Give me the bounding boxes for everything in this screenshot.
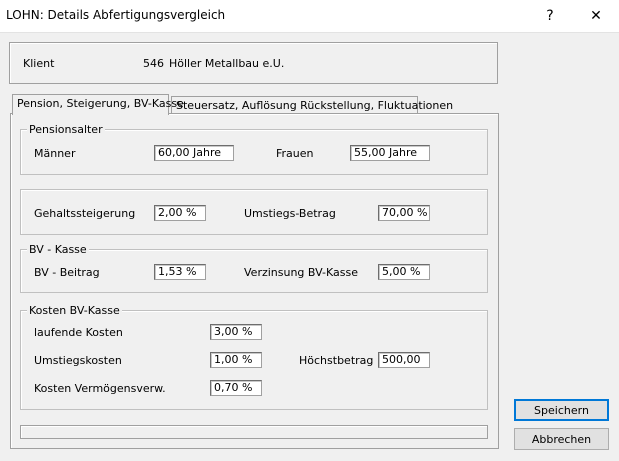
bvkasse-legend: BV - Kasse (27, 243, 89, 256)
client-label: Klient (23, 57, 55, 70)
close-icon: ✕ (590, 8, 602, 24)
salary-increase-label: Gehaltssteigerung (34, 207, 136, 220)
tab-pension[interactable]: Pension, Steigerung, BV-Kasse (12, 94, 184, 115)
help-icon: ? (546, 8, 554, 24)
running-costs-input[interactable]: 3,00 % (210, 324, 262, 340)
salary-increase-input[interactable]: 2,00 % (154, 205, 206, 221)
bv-contribution-input[interactable]: 1,53 % (154, 264, 206, 280)
bv-interest-label: Verzinsung BV-Kasse (244, 266, 358, 279)
cancel-button[interactable]: Abbrechen (514, 428, 609, 450)
switch-amount-label: Umstiegs-Betrag (244, 207, 336, 220)
status-bar (20, 425, 488, 439)
window-title: LOHN: Details Abfertigungsvergleich (6, 8, 226, 22)
tab-tax[interactable]: Steuersatz, Auflösung Rückstellung, Fluk… (171, 96, 453, 114)
max-amount-label: Höchstbetrag (299, 354, 374, 367)
client-name: Höller Metallbau e.U. (169, 57, 285, 70)
switch-amount-input[interactable]: 70,00 % (378, 205, 430, 221)
running-costs-label: laufende Kosten (34, 326, 123, 339)
save-button[interactable]: Speichern (514, 399, 609, 421)
bv-contribution-label: BV - Beitrag (34, 266, 100, 279)
switch-costs-input[interactable]: 1,00 % (210, 352, 262, 368)
costs-legend: Kosten BV-Kasse (27, 304, 122, 317)
max-amount-input[interactable]: 500,00 (378, 352, 430, 368)
asset-costs-label: Kosten Vermögensverw. (34, 382, 166, 395)
men-label: Männer (34, 147, 76, 160)
pension-legend: Pensionsalter (27, 123, 105, 136)
bv-interest-input[interactable]: 5,00 % (378, 264, 430, 280)
asset-costs-input[interactable]: 0,70 % (210, 380, 262, 396)
women-age-input[interactable]: 55,00 Jahre (350, 145, 430, 161)
men-age-input[interactable]: 60,00 Jahre (154, 145, 234, 161)
client-number: 546 (143, 57, 164, 70)
women-label: Frauen (276, 147, 314, 160)
close-button[interactable]: ✕ (573, 0, 619, 32)
switch-costs-label: Umstiegskosten (34, 354, 122, 367)
help-button[interactable]: ? (527, 0, 573, 32)
